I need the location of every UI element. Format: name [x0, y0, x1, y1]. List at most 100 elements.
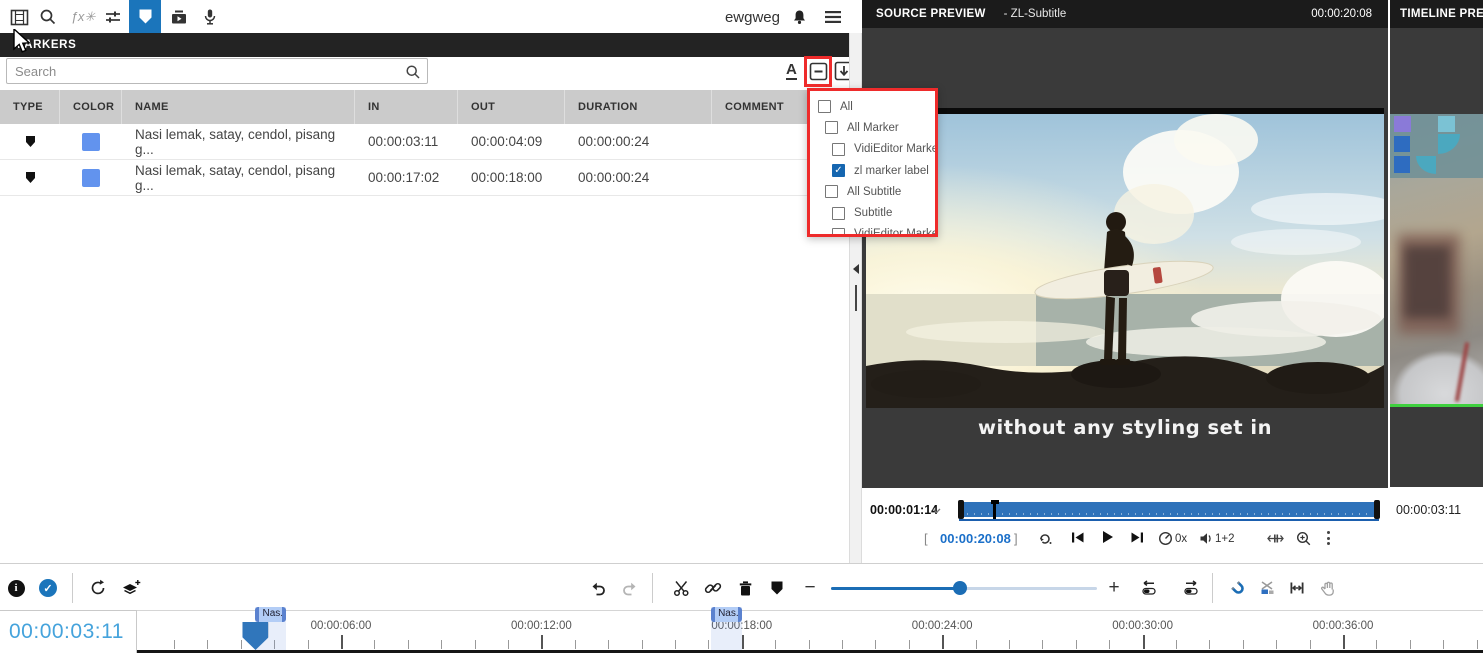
ruler-minor-tick [1410, 640, 1411, 649]
marker-color-swatch[interactable] [82, 169, 100, 187]
search-tool-icon[interactable] [35, 4, 61, 30]
filter-option-vidieditor-marker[interactable]: VidiEditor Marker [810, 139, 935, 160]
filter-option-all[interactable]: All [810, 96, 935, 117]
adjust-settings-icon[interactable] [100, 4, 126, 30]
col-name[interactable]: NAME [122, 90, 355, 124]
play-icon[interactable] [1101, 530, 1114, 544]
insert-after-icon[interactable] [1177, 574, 1205, 602]
notifications-bell-icon[interactable] [786, 4, 812, 30]
snap-magnet-icon[interactable] [1224, 574, 1252, 602]
filter-option-vidieditor-marker[interactable]: VidiEditor Marker [810, 224, 935, 237]
inout-duration-timecode[interactable]: 00:00:20:08 [940, 531, 1011, 546]
col-color[interactable]: COLOR [60, 90, 122, 124]
audio-channels-icon[interactable] [1199, 532, 1213, 545]
ruler-time-label: 00:00:30:00 [1112, 620, 1173, 632]
search-icon[interactable] [405, 64, 421, 80]
filter-markers-icon[interactable] [809, 62, 828, 81]
jog-shuttle-icon[interactable] [1267, 532, 1284, 545]
marker-table-row[interactable]: Nasi lemak, satay, cendol, pisang g... 0… [0, 124, 848, 160]
timeline-preview-title: TIMELINE PREVIEW [1400, 8, 1483, 20]
in-handle[interactable] [958, 500, 964, 519]
col-in[interactable]: IN [355, 90, 458, 124]
add-layer-icon[interactable] [117, 574, 145, 602]
export-icon[interactable] [166, 4, 192, 30]
filter-option-all-marker[interactable]: All Marker [810, 117, 935, 138]
checkbox-unchecked[interactable] [832, 228, 845, 237]
more-options-icon[interactable] [1327, 531, 1330, 545]
marker-name: Nasi lemak, satay, cendol, pisang g... [122, 124, 355, 159]
ruler-major-tick [1143, 635, 1145, 649]
current-timecode[interactable]: 00:00:03:11 [9, 620, 124, 644]
collapse-panel-icon[interactable] [852, 264, 860, 274]
checkbox-unchecked[interactable] [832, 207, 845, 220]
filter-option-all-subtitle[interactable]: All Subtitle [810, 181, 935, 202]
timeline-zoom-slider-knob[interactable] [953, 581, 967, 595]
source-current-timecode[interactable]: 00:00:01:14 [870, 503, 938, 517]
ruler-minor-tick [1009, 640, 1010, 649]
info-icon[interactable]: i [2, 574, 30, 602]
fit-timeline-icon[interactable] [1283, 574, 1311, 602]
col-duration[interactable]: DURATION [565, 90, 712, 124]
marker-table-row[interactable]: Nasi lemak, satay, cendol, pisang g... 0… [0, 160, 848, 196]
source-scrub-bar[interactable] [959, 502, 1379, 517]
playback-speed-icon[interactable] [1158, 531, 1173, 546]
marker-type-icon [0, 160, 60, 195]
microphone-icon[interactable] [197, 4, 223, 30]
scrub-playhead[interactable] [993, 500, 996, 519]
marker-color-swatch[interactable] [82, 133, 100, 151]
timecode-dropdown-icon[interactable] [932, 508, 941, 514]
filter-option-label: zl marker label [854, 165, 929, 177]
timeline-ruler[interactable]: 00:00:06:0000:00:12:0000:00:18:0000:00:2… [0, 610, 1483, 653]
checkbox-unchecked[interactable] [825, 121, 838, 134]
app-window: ƒx✳ ewgweg MARKERS A [0, 0, 1483, 653]
markers-tool-button[interactable] [129, 0, 161, 33]
main-menu-icon[interactable] [820, 4, 846, 30]
bracket-close: ] [1014, 531, 1018, 546]
timeline-marker-tag[interactable]: Nas... [711, 607, 742, 622]
add-marker-icon[interactable] [763, 574, 791, 602]
approve-icon[interactable]: ✓ [34, 574, 62, 602]
filter-option-subtitle[interactable]: Subtitle [810, 202, 935, 223]
project-name[interactable]: ewgweg [690, 9, 780, 26]
text-style-icon[interactable]: A [786, 61, 797, 80]
effects-icon[interactable]: ƒx✳ [70, 4, 96, 30]
scrub-progress-line [959, 519, 1379, 522]
col-out[interactable]: OUT [458, 90, 565, 124]
out-handle[interactable] [1374, 500, 1380, 519]
filter-option-label: VidiEditor Marker [854, 143, 938, 155]
loop-playback-icon[interactable] [1038, 532, 1053, 545]
razor-cut-icon[interactable] [1253, 574, 1281, 602]
zoom-in-timeline-icon[interactable]: + [1100, 574, 1128, 602]
splitter-handle[interactable] [855, 285, 857, 311]
zoom-out-timeline-icon[interactable]: − [796, 574, 824, 602]
logo-square-purple [1394, 116, 1411, 132]
delete-icon[interactable] [731, 574, 759, 602]
pan-hand-icon[interactable] [1314, 574, 1342, 602]
subtitle-overlay-text: without any styling set in [866, 416, 1384, 439]
checkbox-unchecked[interactable] [832, 143, 845, 156]
previous-frame-icon[interactable] [1070, 531, 1085, 544]
ruler-minor-tick [374, 640, 375, 649]
search-input[interactable] [7, 59, 427, 83]
cut-icon[interactable] [667, 574, 695, 602]
checkbox-unchecked[interactable] [818, 100, 831, 113]
checkbox-unchecked[interactable] [825, 185, 838, 198]
col-type[interactable]: TYPE [0, 90, 60, 124]
link-icon[interactable] [699, 574, 727, 602]
timeline-progress-line [1390, 404, 1483, 407]
timeline-current-timecode[interactable]: 00:00:03:11 [1396, 503, 1461, 517]
timeline-marker-tag[interactable]: Nas... [255, 607, 286, 622]
insert-before-icon[interactable] [1135, 574, 1163, 602]
next-frame-icon[interactable] [1130, 531, 1145, 544]
reset-icon[interactable] [84, 574, 112, 602]
zoom-in-icon[interactable] [1296, 531, 1311, 546]
source-video[interactable] [866, 114, 1384, 408]
filter-option-zl-marker-label[interactable]: ✓ zl marker label [810, 160, 935, 181]
undo-icon[interactable] [584, 574, 612, 602]
checkbox-checked[interactable]: ✓ [832, 164, 845, 177]
timeline-video[interactable] [1390, 114, 1483, 404]
ruler-major-tick [1343, 635, 1345, 649]
media-bin-icon[interactable] [6, 4, 32, 30]
redo-icon[interactable] [615, 574, 643, 602]
bottom-divider [0, 563, 1483, 564]
